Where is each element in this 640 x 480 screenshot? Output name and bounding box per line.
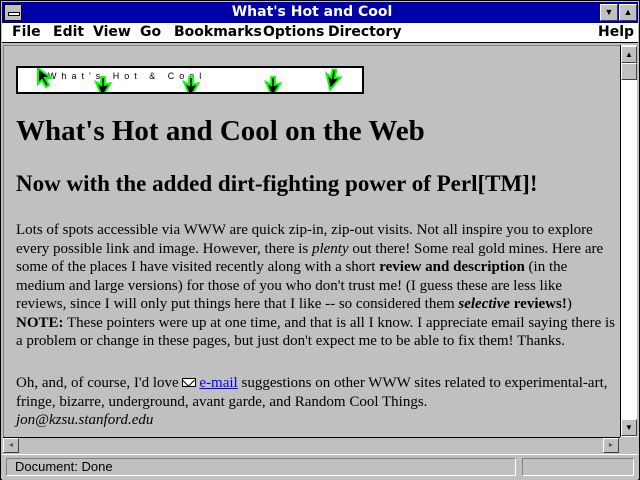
menu-edit[interactable]: Edit bbox=[53, 24, 84, 41]
menu-view[interactable]: View bbox=[93, 24, 131, 41]
arrow-cursor-icon bbox=[324, 68, 343, 92]
scroll-down-button[interactable]: ▼ bbox=[621, 419, 637, 436]
horizontal-scrollbar[interactable]: ◄ ► bbox=[3, 437, 620, 453]
page-subtitle: Now with the added dirt-fighting power o… bbox=[16, 171, 538, 196]
menu-directory[interactable]: Directory bbox=[328, 24, 401, 41]
maximize-button[interactable]: ▲ bbox=[619, 4, 637, 21]
status-text: Document: Done bbox=[6, 458, 516, 476]
scroll-right-button[interactable]: ► bbox=[603, 438, 619, 453]
vertical-scrollbar[interactable]: ▲ ▼ bbox=[620, 45, 637, 437]
intro-text-4: ) bbox=[566, 296, 572, 312]
arrow-cursor-icon bbox=[37, 68, 54, 88]
selective-emphasis: selective bbox=[458, 296, 511, 312]
vertical-scroll-thumb[interactable] bbox=[621, 63, 637, 80]
plenty-emphasis: plenty bbox=[311, 240, 349, 257]
title-bar[interactable]: What's Hot and Cool ▼ ▲ bbox=[2, 2, 638, 23]
menu-options[interactable]: Options bbox=[263, 24, 324, 41]
status-bar: Document: Done bbox=[2, 454, 638, 480]
menu-bar: File Edit View Go Bookmarks Options Dire… bbox=[2, 23, 638, 43]
intro-paragraph: Lots of spots accessible via WWW are qui… bbox=[16, 221, 616, 351]
progress-indicator bbox=[522, 458, 634, 476]
contact-paragraph: Oh, and, of course, I'd love e-mail sugg… bbox=[16, 374, 616, 430]
banner-image: What's Hot & Cool bbox=[16, 66, 364, 94]
scroll-left-button[interactable]: ◄ bbox=[3, 438, 19, 453]
page-title: What's Hot and Cool on the Web bbox=[16, 115, 425, 147]
menu-file[interactable]: File bbox=[12, 24, 41, 41]
contact-address: jon@kzsu.stanford.edu bbox=[16, 412, 154, 428]
document-view[interactable]: What's Hot & Cool What's Hot and Cool on… bbox=[3, 45, 638, 454]
menu-help[interactable]: Help bbox=[598, 24, 634, 41]
arrow-cursor-icon bbox=[263, 75, 283, 92]
menu-go[interactable]: Go bbox=[140, 24, 161, 41]
window-title: What's Hot and Cool bbox=[231, 4, 393, 20]
reviews-bold: reviews! bbox=[510, 296, 567, 312]
note-text: These pointers were up at one time, and … bbox=[16, 314, 615, 350]
mail-icon[interactable] bbox=[182, 378, 197, 387]
system-menu-icon[interactable] bbox=[4, 4, 22, 21]
review-description-bold: review and description bbox=[379, 259, 525, 275]
browser-window: What's Hot and Cool ▼ ▲ File Edit View G… bbox=[0, 0, 640, 480]
email-link[interactable]: e-mail bbox=[199, 375, 237, 391]
minimize-button[interactable]: ▼ bbox=[600, 4, 618, 21]
scrollbar-corner bbox=[620, 437, 637, 453]
note-label: NOTE: bbox=[16, 314, 64, 331]
contact-text-1: Oh, and, of course, I'd love bbox=[16, 375, 183, 391]
menu-bookmarks[interactable]: Bookmarks bbox=[174, 24, 262, 41]
scroll-up-button[interactable]: ▲ bbox=[621, 46, 637, 63]
